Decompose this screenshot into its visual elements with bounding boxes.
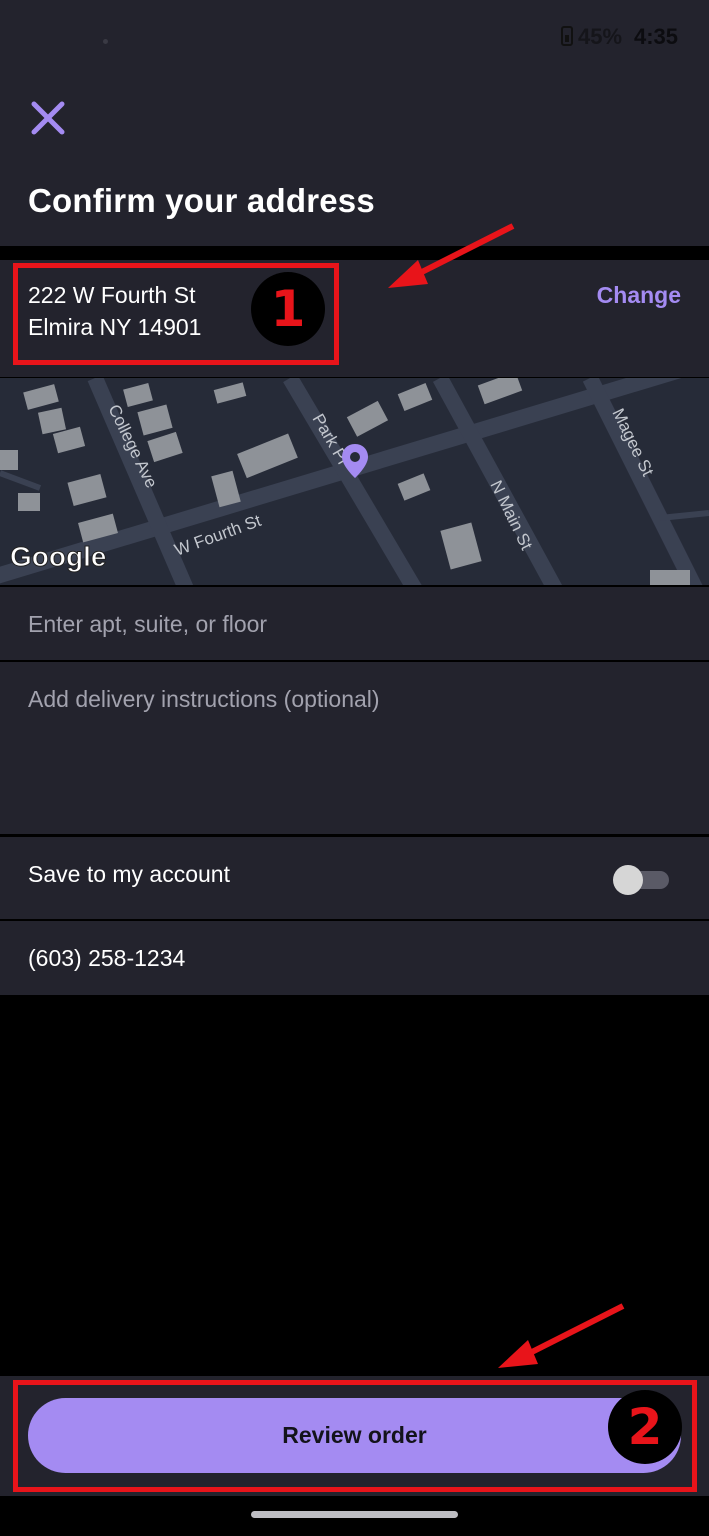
google-attribution: Google bbox=[10, 541, 106, 572]
annotation-arrow-1 bbox=[388, 223, 515, 288]
step-badge-1: 1 bbox=[251, 272, 325, 346]
highlight-box-review bbox=[13, 1380, 697, 1492]
address-map[interactable]: College Ave Park Pl W Fourth St N Main S… bbox=[0, 378, 709, 585]
change-address-button[interactable]: Change bbox=[597, 282, 681, 309]
annotation-arrow-2 bbox=[498, 1303, 625, 1368]
delivery-instructions-input[interactable]: Add delivery instructions (optional) bbox=[28, 686, 380, 713]
map-label-n-main-st: N Main St bbox=[486, 477, 536, 553]
notification-dot bbox=[103, 39, 108, 44]
step-badge-2: 2 bbox=[608, 1390, 682, 1464]
toggle-knob bbox=[613, 865, 643, 895]
close-icon bbox=[31, 101, 65, 135]
home-indicator[interactable] bbox=[251, 1511, 458, 1518]
page-title: Confirm your address bbox=[28, 182, 375, 219]
status-time: 4:35 bbox=[634, 24, 679, 49]
save-account-label: Save to my account bbox=[28, 861, 230, 887]
battery-icon bbox=[561, 26, 573, 46]
phone-number[interactable]: (603) 258-1234 bbox=[28, 945, 185, 972]
battery-percent: 45% bbox=[578, 24, 623, 49]
header-panel: 45% 4:35 Confirm your address bbox=[0, 0, 709, 246]
save-account-toggle[interactable] bbox=[613, 865, 669, 895]
apt-input[interactable]: Enter apt, suite, or floor bbox=[28, 611, 267, 638]
close-button[interactable] bbox=[28, 98, 68, 138]
